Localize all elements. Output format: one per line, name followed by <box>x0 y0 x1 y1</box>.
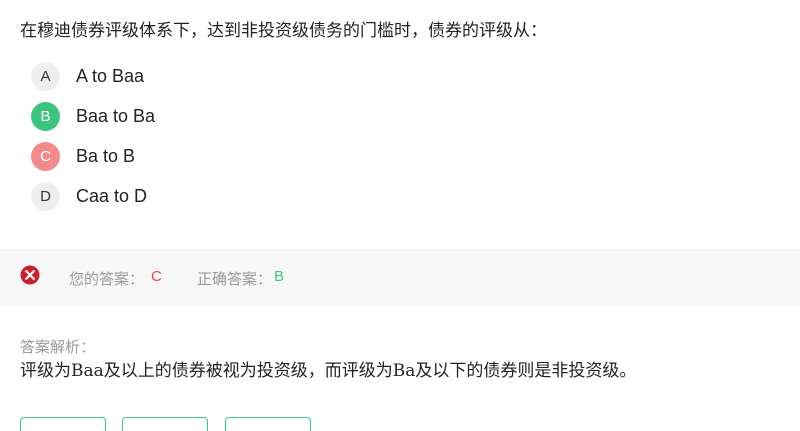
correct-answer-value: B <box>274 268 285 285</box>
analysis-text: 评级为Baa及以上的债券被视为投资级，而评级为Ba及以下的债券则是非投资级。 <box>20 361 637 381</box>
option-d-text: Caa to D <box>76 185 148 206</box>
action-button-1[interactable] <box>20 417 106 431</box>
correct-answer-label: 正确答案： <box>197 271 273 288</box>
wrong-x-icon <box>20 265 40 285</box>
option-b[interactable]: B Baa to Ba <box>31 101 155 131</box>
action-button-3[interactable] <box>225 417 311 431</box>
option-c-letter: C <box>31 141 60 171</box>
analysis-title: 答案解析： <box>20 339 96 356</box>
option-b-text: Baa to Ba <box>76 105 156 126</box>
option-a[interactable]: A A to Baa <box>31 61 144 91</box>
option-a-letter: A <box>31 61 60 91</box>
option-d-letter: D <box>31 181 60 211</box>
action-button-2[interactable] <box>122 417 208 431</box>
result-bar: 您的答案： C 正确答案： B <box>0 249 800 305</box>
option-c[interactable]: C Ba to B <box>31 141 135 171</box>
option-b-letter: B <box>31 101 60 131</box>
option-a-text: A to Baa <box>76 65 145 86</box>
question-text: 在穆迪债券评级体系下，达到非投资级债务的门槛时，债券的评级从： <box>20 21 547 41</box>
your-answer-value: C <box>151 268 162 285</box>
option-d[interactable]: D Caa to D <box>31 181 147 211</box>
your-answer-label: 您的答案： <box>69 271 145 288</box>
option-c-text: Ba to B <box>76 145 136 166</box>
